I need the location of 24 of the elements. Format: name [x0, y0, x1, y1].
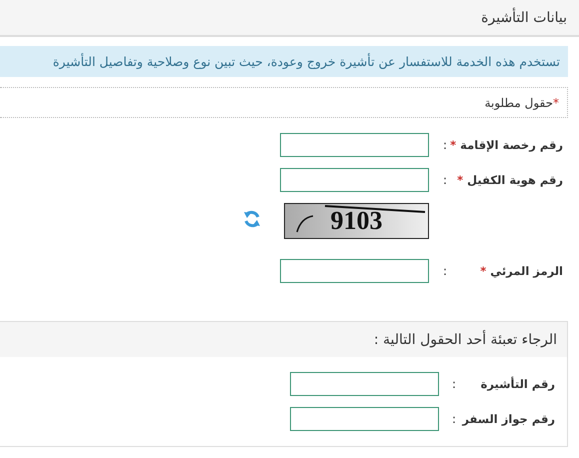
required-mark: *: [450, 138, 456, 152]
field-label: رقم التأشيرة: [480, 377, 555, 391]
field-label: الرمز المرئي: [490, 264, 563, 278]
field-label: رقم هوية الكفيل: [467, 173, 563, 187]
required-note: * حقول مطلوبة: [0, 87, 568, 118]
colon-text: :: [450, 412, 458, 426]
field-label: رقم جواز السفر: [460, 412, 555, 426]
field-label: رقم رخصة الإقامة: [460, 138, 563, 152]
required-mark: *: [457, 173, 464, 187]
refresh-icon[interactable]: [242, 209, 262, 229]
section-title: الرجاء تعبئة أحد الحقول التالية :: [0, 322, 567, 357]
colon-text: :: [450, 377, 458, 391]
input-field[interactable]: [290, 372, 439, 396]
input-field[interactable]: [290, 407, 439, 431]
colon-text: :: [442, 264, 448, 278]
page-title: بيانات التأشيرة: [481, 10, 567, 26]
captcha-text: 9103: [330, 206, 382, 236]
input-field[interactable]: [280, 133, 429, 157]
colon-text: :: [442, 138, 448, 152]
colon-text: :: [442, 173, 448, 187]
input-field[interactable]: [280, 259, 429, 283]
info-banner: تستخدم هذه الخدمة للاستفسار عن تأشيرة خروج وعودة، حيث تبين نوع وصلاحية وتفاصيل التأشيرة: [0, 46, 568, 77]
required-mark: *: [480, 264, 486, 278]
input-field[interactable]: [280, 168, 429, 192]
